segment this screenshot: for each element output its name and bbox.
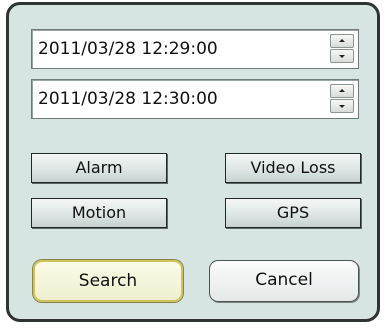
start-datetime-decrement-button[interactable] <box>330 49 354 63</box>
cancel-button[interactable]: Cancel <box>209 260 359 302</box>
spin-down-arrow-icon <box>339 55 345 58</box>
search-dialog: 2011/03/28 12:29:00 2011/03/28 12:30:00 … <box>6 2 380 322</box>
end-datetime-spinner[interactable] <box>330 84 354 114</box>
spin-up-arrow-icon <box>339 89 345 92</box>
spin-down-arrow-icon <box>339 105 345 108</box>
end-datetime-field[interactable]: 2011/03/28 12:30:00 <box>31 79 359 119</box>
search-button[interactable]: Search <box>33 260 183 302</box>
gps-button[interactable]: GPS <box>225 198 361 228</box>
alarm-button[interactable]: Alarm <box>31 153 167 183</box>
start-datetime-field[interactable]: 2011/03/28 12:29:00 <box>31 29 359 69</box>
motion-button[interactable]: Motion <box>31 198 167 228</box>
end-datetime-decrement-button[interactable] <box>330 99 354 113</box>
end-datetime-increment-button[interactable] <box>330 84 354 98</box>
start-datetime-increment-button[interactable] <box>330 34 354 48</box>
video-loss-button[interactable]: Video Loss <box>225 153 361 183</box>
start-datetime-spinner[interactable] <box>330 34 354 64</box>
end-datetime-value[interactable]: 2011/03/28 12:30:00 <box>38 80 218 118</box>
start-datetime-value[interactable]: 2011/03/28 12:29:00 <box>38 30 218 68</box>
spin-up-arrow-icon <box>339 39 345 42</box>
